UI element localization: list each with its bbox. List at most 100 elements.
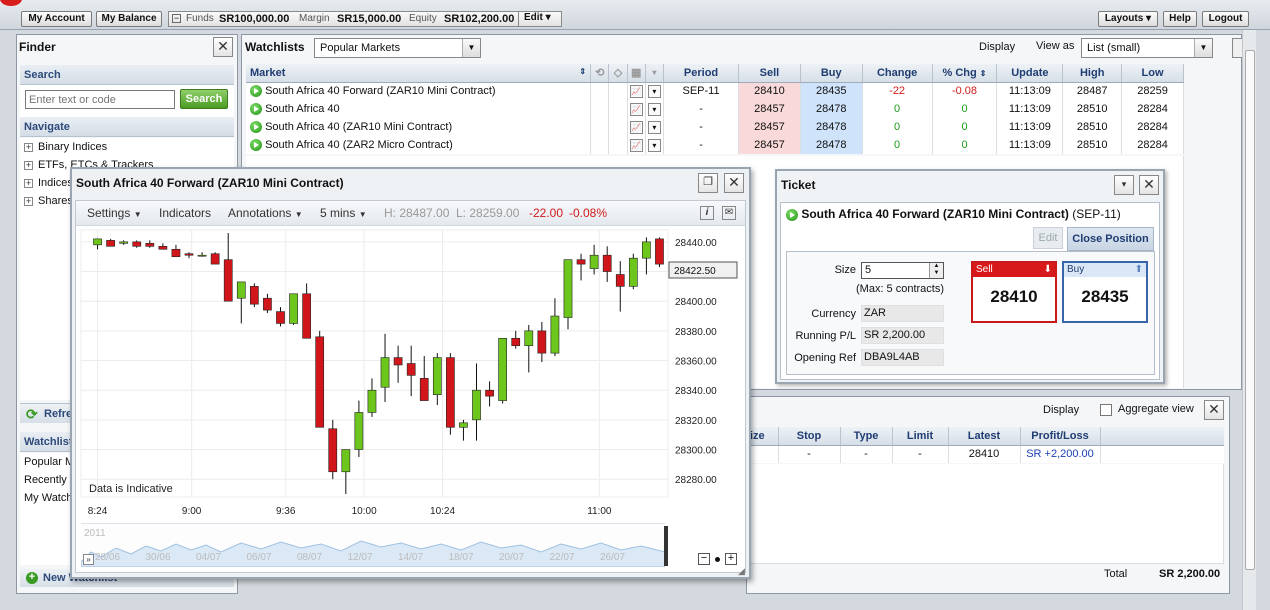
col-type[interactable]: Type [840, 427, 893, 446]
aggregate-checkbox[interactable] [1100, 404, 1112, 416]
indicators-menu[interactable]: Indicators [159, 201, 211, 226]
chart-icon[interactable]: 📈 [627, 136, 646, 154]
collapse-icon[interactable]: − [172, 14, 181, 23]
row-menu-icon[interactable]: ▾ [645, 100, 665, 118]
zoom-dot-icon[interactable] [715, 557, 720, 562]
chart-icon[interactable]: 📈 [627, 100, 646, 118]
limit-cell[interactable]: - [892, 445, 949, 463]
window-scrollbar[interactable] [1242, 30, 1256, 610]
col-market[interactable]: Market ⇕ [246, 64, 592, 83]
chart-close-button[interactable]: ✕ [724, 173, 744, 193]
play-icon[interactable] [250, 85, 262, 98]
buy-cell[interactable]: 28435 [800, 82, 863, 100]
col-sell[interactable]: Sell [738, 64, 801, 83]
finder-search-button[interactable]: Search [180, 89, 228, 109]
table-row[interactable]: South Africa 40 Forward (ZAR10 Mini Cont… [246, 82, 1184, 100]
expand-overview-icon[interactable]: » [83, 554, 94, 565]
col-icon-chart[interactable]: ▦ [627, 64, 646, 83]
col-limit[interactable]: Limit [892, 427, 949, 446]
stop-cell[interactable]: - [778, 445, 841, 463]
market-cell[interactable]: South Africa 40 (ZAR10 Mini Contract) [246, 118, 592, 136]
market-cell[interactable]: South Africa 40 (ZAR2 Micro Contract) [246, 136, 592, 154]
panel-extra-button[interactable] [1232, 38, 1242, 58]
col-stop[interactable]: Stop [778, 427, 841, 446]
resize-grip-icon[interactable]: ◢ [738, 566, 745, 577]
expand-icon[interactable]: + [24, 160, 33, 170]
scroll-thumb[interactable] [1245, 50, 1255, 570]
market-cell[interactable]: South Africa 40 Forward (ZAR10 Mini Cont… [246, 82, 592, 100]
col-latest[interactable]: Latest [948, 427, 1021, 446]
layouts-button[interactable]: Layouts ▾ [1098, 11, 1158, 27]
my-balance-button[interactable]: My Balance [96, 11, 162, 27]
ticket-menu-button[interactable]: ▾ [1114, 175, 1134, 195]
email-icon[interactable]: ✉ [722, 206, 736, 220]
buy-cell[interactable]: 28478 [800, 136, 863, 154]
logout-button[interactable]: Logout [1202, 11, 1249, 27]
table-row[interactable]: South Africa 40 (ZAR2 Micro Contract) 📈 … [246, 136, 1184, 154]
sell-cell[interactable]: 28410 [738, 82, 801, 100]
info-icon[interactable]: i [700, 206, 714, 220]
play-icon[interactable] [250, 139, 262, 152]
expand-icon[interactable]: + [24, 196, 33, 206]
col-icon-tag[interactable]: ◇ [608, 64, 628, 83]
price-chart[interactable]: 28280.00 28300.00 28320.00 28340.00 28360.00… [76, 227, 745, 573]
sell-cell[interactable]: 28457 [738, 100, 801, 118]
stepper-icon[interactable]: ▲ ▼ [929, 263, 943, 278]
my-account-button[interactable]: My Account [21, 11, 92, 27]
table-row[interactable]: South Africa 40 (ZAR10 Mini Contract) 📈 … [246, 118, 1184, 136]
annotations-menu[interactable]: Annotations ▼ [228, 201, 303, 227]
finder-search-input[interactable] [25, 90, 175, 109]
col-size[interactable]: ize [750, 427, 779, 446]
candle-up [236, 281, 246, 299]
positions-display-label[interactable]: Display [1043, 404, 1079, 416]
col-icon-menu[interactable]: ▾ [645, 64, 665, 83]
ticket-sell-button[interactable]: Sell ⬇ 28410 [971, 261, 1057, 323]
col-change[interactable]: Change [862, 64, 933, 83]
edit-menu[interactable]: Edit ▾ [518, 11, 562, 27]
interval-menu[interactable]: 5 mins ▼ [320, 201, 367, 227]
row-menu-icon[interactable]: ▾ [645, 136, 665, 154]
market-cell[interactable]: South Africa 40 [246, 100, 592, 118]
col-buy[interactable]: Buy [800, 64, 863, 83]
ticket-buy-button[interactable]: Buy ⬆ 28435 [1062, 261, 1148, 323]
positions-close-button[interactable]: ✕ [1204, 400, 1224, 420]
buy-cell[interactable]: 28478 [800, 118, 863, 136]
nav-item-binary-indices[interactable]: + Binary Indices [20, 138, 234, 156]
play-icon[interactable] [250, 103, 262, 116]
ticket-close-button[interactable]: ✕ [1139, 175, 1159, 195]
col-icon-refresh[interactable]: ⟲ [590, 64, 610, 83]
col-profit-loss[interactable]: Profit/Loss [1020, 427, 1101, 446]
chart-icon[interactable]: 📈 [627, 82, 646, 100]
row-menu-icon[interactable]: ▾ [645, 118, 665, 136]
overview-handle[interactable] [664, 526, 668, 566]
overview-navigator[interactable]: 2011 28/06 30/06 04/07 06/07 08/07 12/07 14/07… [81, 523, 668, 567]
position-row[interactable]: - - - 28410 SR +2,200.00 [750, 445, 1224, 463]
buy-cell[interactable]: 28478 [800, 100, 863, 118]
ticket-edit-tab[interactable]: Edit [1033, 227, 1063, 249]
finder-close-button[interactable]: ✕ [213, 37, 233, 57]
expand-icon[interactable]: + [24, 178, 33, 188]
view-as-select[interactable]: List (small) ▼ [1081, 38, 1213, 58]
display-label[interactable]: Display [979, 41, 1015, 53]
help-button[interactable]: Help [1163, 11, 1197, 27]
size-input[interactable]: 5 ▲ ▼ [861, 262, 944, 279]
sell-cell[interactable]: 28457 [738, 118, 801, 136]
play-icon[interactable] [786, 208, 798, 221]
ticket-close-position-tab[interactable]: Close Position [1067, 227, 1154, 251]
col-pct-chg[interactable]: % Chg ⇕ [932, 64, 998, 83]
row-menu-icon[interactable]: ▾ [645, 82, 665, 100]
settings-menu[interactable]: Settings ▼ [87, 201, 142, 227]
zoom-out-icon[interactable]: − [698, 553, 710, 565]
watchlist-select[interactable]: Popular Markets ▼ [314, 38, 481, 58]
table-row[interactable]: South Africa 40 📈 ▾ - 28457 28478 0 0 11… [246, 100, 1184, 118]
chart-icon[interactable]: 📈 [627, 118, 646, 136]
play-icon[interactable] [250, 121, 262, 134]
col-update[interactable]: Update [996, 64, 1064, 83]
col-high[interactable]: High [1062, 64, 1123, 83]
expand-icon[interactable]: + [24, 142, 33, 152]
col-low[interactable]: Low [1121, 64, 1184, 83]
restore-icon[interactable]: ❐ [698, 173, 718, 193]
zoom-in-icon[interactable]: + [725, 553, 737, 565]
sell-cell[interactable]: 28457 [738, 136, 801, 154]
col-period[interactable]: Period [663, 64, 740, 83]
